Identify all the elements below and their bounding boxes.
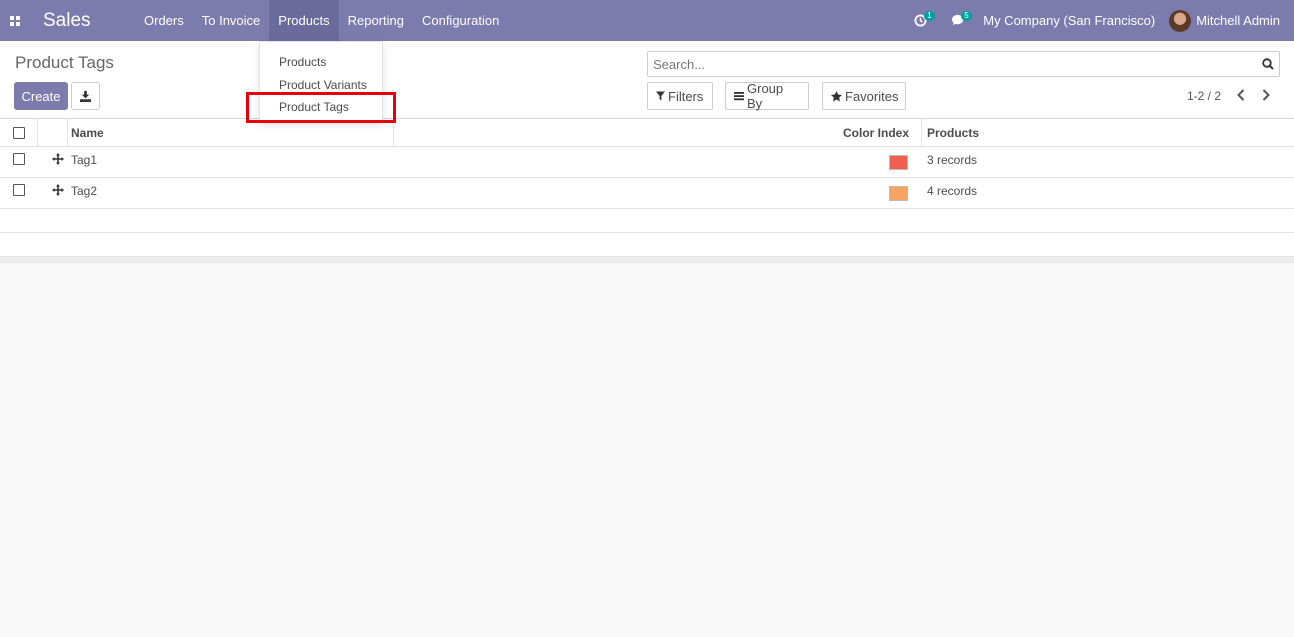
chevron-left-icon	[1237, 89, 1245, 101]
dropdown-item-product-variants[interactable]: Product Variants	[260, 74, 382, 97]
app-brand[interactable]: Sales	[43, 10, 131, 32]
favorites-label: Favorites	[845, 88, 899, 104]
page-title: Product Tags	[15, 53, 114, 72]
menu-reporting[interactable]: Reporting	[339, 0, 413, 41]
products-count[interactable]: 3 records	[927, 147, 977, 177]
pager-next-button[interactable]	[1259, 87, 1273, 103]
download-icon	[80, 90, 91, 102]
messages-button[interactable]: 5	[942, 0, 975, 41]
top-navbar: Sales Orders To Invoice Products Reporti…	[0, 0, 1294, 41]
row-checkbox[interactable]	[13, 184, 25, 196]
user-menu[interactable]: Mitchell Admin	[1169, 9, 1294, 32]
main-menu: Orders To Invoice Products Reporting Con…	[135, 0, 508, 41]
dropdown-item-product-tags[interactable]: Product Tags	[260, 96, 382, 119]
messages-badge: 5	[961, 11, 972, 21]
group-by-label: Group By	[747, 81, 784, 111]
activity-button[interactable]: 1	[905, 0, 936, 41]
column-name-header[interactable]: Name	[71, 119, 104, 146]
control-panel: Product Tags Create Filters Group By Fav…	[0, 41, 1294, 119]
row-checkbox[interactable]	[13, 153, 25, 165]
group-by-button[interactable]: Group By	[725, 81, 809, 111]
dropdown-item-products[interactable]: Products	[260, 51, 382, 74]
menu-configuration[interactable]: Configuration	[413, 0, 508, 41]
tag-name: Tag1	[71, 153, 98, 167]
filters-label: Filters	[668, 88, 704, 104]
apps-menu-icon[interactable]	[0, 0, 30, 41]
table-footer	[0, 257, 1294, 263]
avatar	[1169, 9, 1192, 32]
table-header: Name Color Index Products	[0, 119, 1294, 147]
color-swatch	[889, 155, 908, 170]
column-color-index-header[interactable]: Color Index	[843, 119, 909, 146]
products-count[interactable]: 4 records	[927, 178, 977, 208]
drag-handle-icon[interactable]	[52, 178, 64, 208]
pager-value[interactable]: 1-2 / 2	[1187, 89, 1221, 103]
table-row[interactable]: Tag1 3 records	[0, 147, 1294, 178]
star-icon	[831, 90, 842, 102]
favorites-button[interactable]: Favorites	[822, 82, 906, 110]
select-all-checkbox[interactable]	[13, 126, 25, 139]
tag-name: Tag2	[71, 184, 98, 198]
chevron-right-icon	[1262, 89, 1270, 101]
list-icon	[734, 91, 744, 101]
export-button[interactable]	[71, 82, 100, 110]
color-swatch	[889, 186, 908, 201]
pager-previous-button[interactable]	[1234, 87, 1248, 103]
table-row[interactable]: Tag2 4 records	[0, 178, 1294, 209]
drag-handle-icon[interactable]	[52, 147, 64, 177]
filters-button[interactable]: Filters	[647, 82, 713, 110]
create-button[interactable]: Create	[14, 82, 68, 110]
products-dropdown-menu: Products Product Variants Product Tags	[259, 41, 383, 121]
filter-icon	[656, 91, 665, 101]
company-switcher[interactable]: My Company (San Francisco)	[975, 13, 1169, 28]
activity-badge: 1	[924, 11, 935, 21]
menu-products[interactable]: Products	[269, 0, 339, 41]
search-bar	[647, 51, 1280, 77]
menu-to-invoice[interactable]: To Invoice	[193, 0, 270, 41]
list-view: Name Color Index Products Tag1 3 records…	[0, 119, 1294, 263]
search-icon[interactable]	[1257, 58, 1279, 70]
user-name: Mitchell Admin	[1196, 13, 1280, 28]
column-products-header[interactable]: Products	[927, 119, 979, 146]
search-input[interactable]	[648, 53, 1257, 75]
empty-row	[0, 209, 1294, 233]
empty-row	[0, 233, 1294, 257]
menu-orders[interactable]: Orders	[135, 0, 193, 41]
